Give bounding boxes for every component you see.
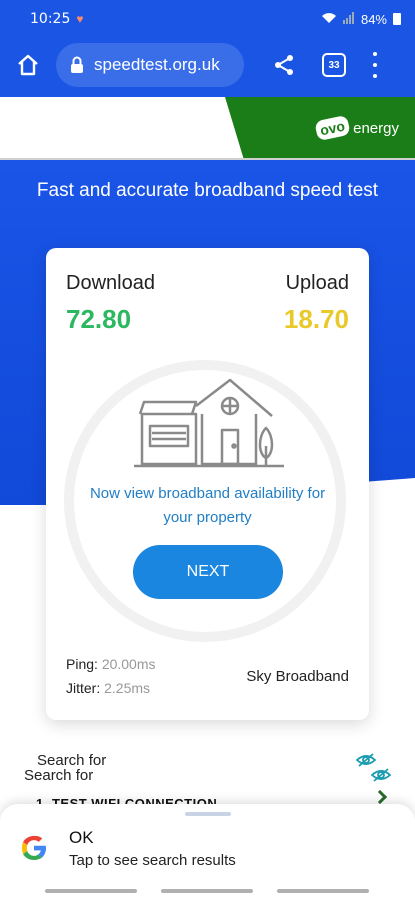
house-icon [134,378,284,468]
hide-eye-icon[interactable] [371,767,391,783]
status-time: 10:25 [30,11,71,27]
gesture-nav-bar [0,884,415,900]
jitter-stat: Jitter: 2.25ms [66,680,150,696]
hide-eye-icon[interactable] [356,752,376,768]
lock-icon [70,56,84,74]
search-hint-2[interactable]: Search for [24,767,93,784]
sheet-subtitle: Tap to see search results [69,852,236,869]
share-icon [275,55,293,75]
signal-icon [342,11,355,27]
page-tagline: Fast and accurate broadband speed test [36,180,379,201]
url-text: speedtest.org.uk [94,55,220,74]
overflow-menu-button[interactable] [368,52,382,78]
battery-percent: 84% [360,11,387,27]
google-bottom-sheet[interactable]: OK Tap to see search results [0,804,415,884]
ad-banner[interactable]: ovo energy [0,97,415,160]
nav-back[interactable] [277,889,369,893]
address-bar[interactable]: speedtest.org.uk [56,43,244,87]
ping-label: Ping: [66,656,98,672]
tab-switcher-button[interactable]: 33 [322,53,346,77]
ovo-mark: ovo [314,114,351,142]
google-g-icon [22,835,46,860]
browser-toolbar: speedtest.org.uk 33 [0,38,415,92]
nav-home[interactable] [161,889,253,893]
brand-word: energy [353,119,399,137]
chevron-icon [372,789,388,805]
download-label: Download [66,272,155,294]
notification-icon: ♥ [76,12,84,26]
browser-chrome: 10:25 ♥ 84% speedtest.org.uk 33 [0,0,415,97]
speed-results-card: Download Upload 72.80 18.70 Now view bro… [46,248,369,720]
jitter-label: Jitter: [66,680,101,696]
upload-value: 18.70 [283,304,349,334]
sheet-title: OK [69,828,94,847]
nav-recents[interactable] [45,889,137,893]
ping-value: 20.00ms [101,656,156,672]
next-button[interactable]: NEXT [133,545,283,599]
home-button[interactable] [12,49,44,81]
battery-icon [393,13,401,25]
jitter-value: 2.25ms [104,680,151,696]
home-icon [18,54,38,76]
status-bar: 10:25 ♥ 84% [0,0,415,38]
upload-label: Upload [285,272,349,294]
share-button[interactable] [270,51,298,79]
download-value: 72.80 [66,304,132,334]
sheet-drag-handle[interactable] [185,812,231,816]
wifi-icon [321,12,337,27]
availability-text[interactable]: Now view broadband availability for your… [76,482,339,530]
provider-name: Sky Broadband [246,668,349,685]
ping-stat: Ping: 20.00ms [66,656,156,672]
ovo-energy-logo: ovo energy [314,114,399,142]
